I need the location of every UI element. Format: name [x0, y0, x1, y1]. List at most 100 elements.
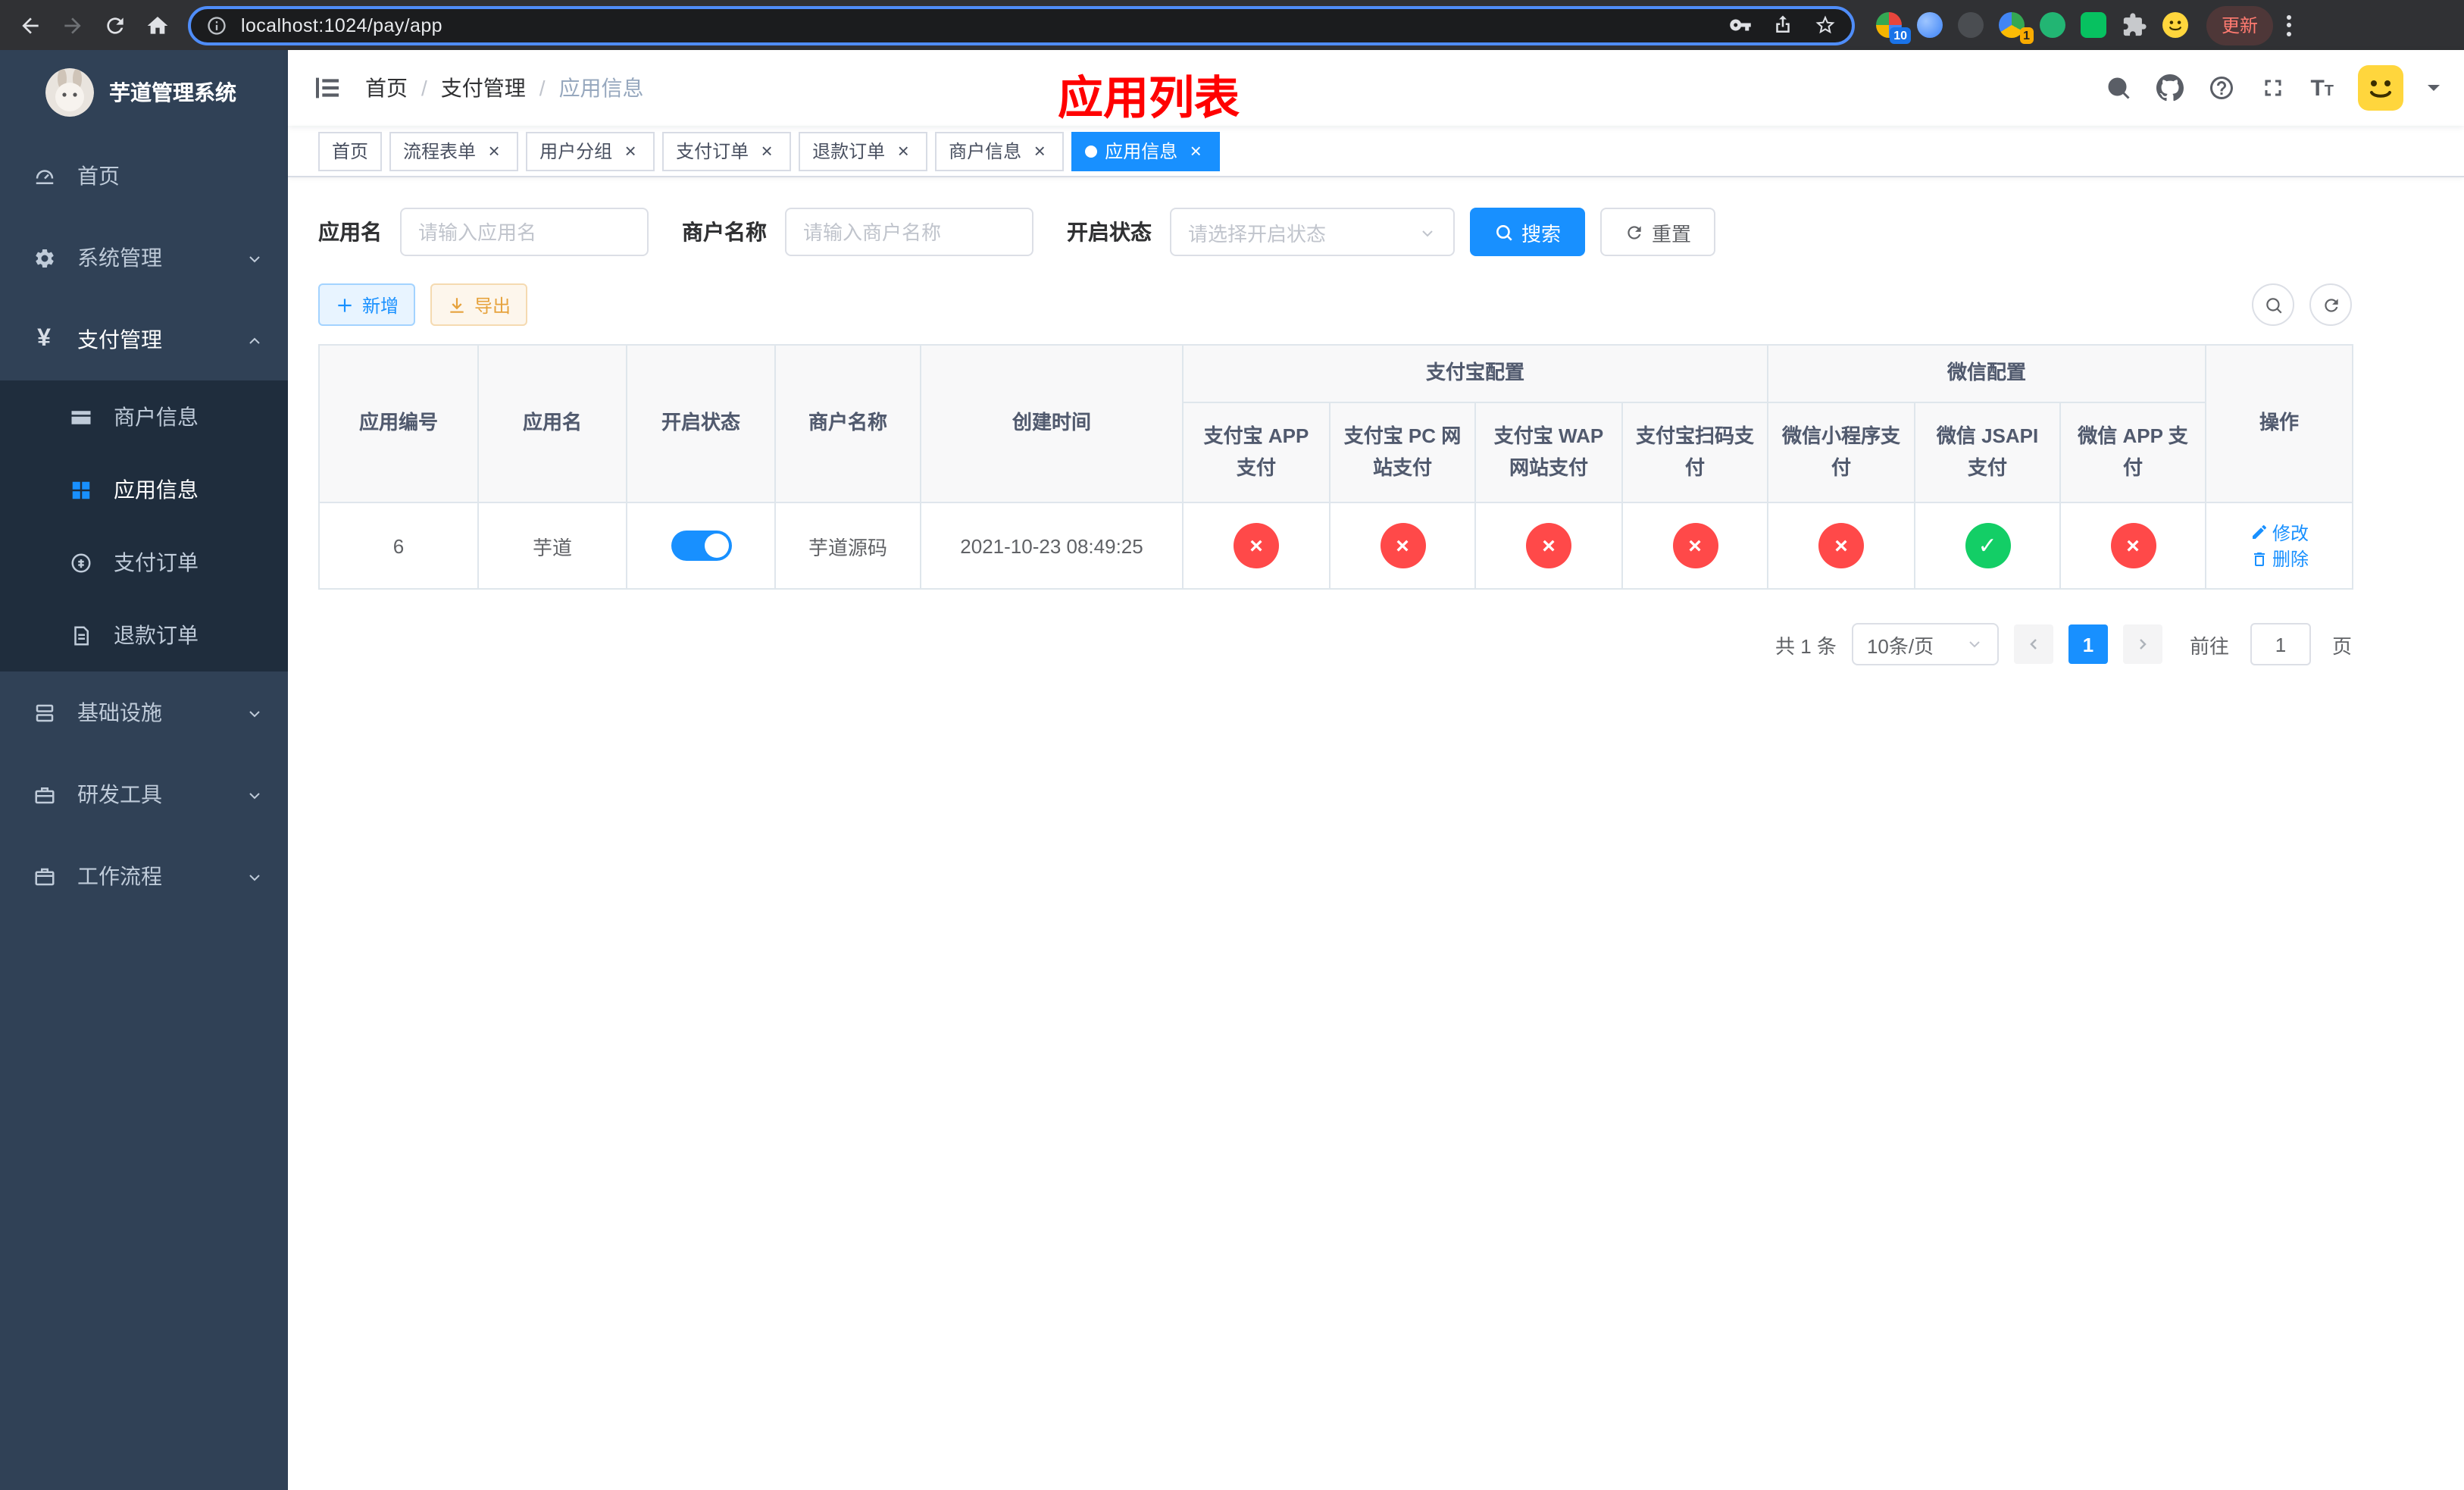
- close-icon[interactable]: ×: [483, 140, 505, 161]
- tab-refund-orders[interactable]: 退款订单 ×: [799, 131, 928, 171]
- sidebar-item-label: 支付管理: [77, 327, 162, 352]
- next-page-button[interactable]: [2122, 624, 2162, 664]
- sidebar-item-label: 基础设施: [77, 700, 162, 725]
- page-content: 应用名 商户名称 开启状态 请选择开启状态 搜索: [288, 177, 2464, 665]
- breadcrumb-separator: /: [539, 76, 546, 100]
- sidebar-item-workflow[interactable]: 工作流程: [0, 835, 288, 917]
- sidebar-item-merchant-info[interactable]: 商户信息: [0, 380, 288, 453]
- close-icon[interactable]: ×: [1029, 140, 1050, 161]
- tab-pay-orders[interactable]: 支付订单 ×: [662, 131, 792, 171]
- tab-home[interactable]: 首页: [318, 131, 383, 171]
- col-alipay-app: 支付宝 APP 支付: [1182, 402, 1330, 503]
- chevron-left-icon: [2030, 639, 2037, 650]
- sidebar-item-infrastructure[interactable]: 基础设施: [0, 671, 288, 753]
- extension-icon-3[interactable]: [1958, 12, 1984, 38]
- tab-label: 首页: [332, 141, 369, 162]
- col-status: 开启状态: [626, 344, 776, 503]
- browser-reload-icon[interactable]: [95, 5, 135, 45]
- close-icon[interactable]: ×: [756, 140, 777, 161]
- avatar-caret-icon[interactable]: [2428, 85, 2440, 97]
- edit-link[interactable]: 修改: [2250, 519, 2309, 545]
- sidebar-item-dev-tools[interactable]: 研发工具: [0, 753, 288, 835]
- profile-avatar-icon[interactable]: [2162, 12, 2188, 38]
- page-number-current[interactable]: 1: [2068, 624, 2108, 664]
- yen-icon: ¥: [37, 326, 51, 352]
- app-logo[interactable]: 芋道管理系统: [0, 50, 288, 135]
- extension-icon-2[interactable]: [1917, 12, 1943, 38]
- refresh-table-button[interactable]: [2309, 283, 2352, 326]
- app-name-input[interactable]: [418, 221, 630, 243]
- browser-forward-icon[interactable]: [53, 5, 92, 45]
- close-icon[interactable]: ×: [1185, 140, 1206, 161]
- delete-link[interactable]: 删除: [2250, 546, 2309, 571]
- col-alipay-qr: 支付宝扫码支付: [1621, 402, 1769, 503]
- sidebar-item-app-info[interactable]: 应用信息: [0, 453, 288, 526]
- search-icon[interactable]: [2104, 74, 2131, 102]
- breadcrumb-home[interactable]: 首页: [365, 73, 408, 103]
- alipay-app-status-icon: ×: [1234, 523, 1279, 568]
- sidebar-item-label: 首页: [77, 164, 120, 188]
- page-size-select[interactable]: 10条/页: [1851, 623, 1999, 665]
- tab-app-info[interactable]: 应用信息 ×: [1071, 131, 1221, 171]
- sidebar-item-payment[interactable]: ¥ 支付管理: [0, 299, 288, 380]
- add-button[interactable]: 新增: [318, 283, 416, 326]
- sidebar-item-refund-orders[interactable]: 退款订单: [0, 599, 288, 671]
- wx-mini-status-icon: ×: [1818, 523, 1865, 568]
- chevron-down-icon: [1965, 635, 1984, 653]
- filter-form: 应用名 商户名称 开启状态 请选择开启状态 搜索: [318, 208, 2352, 256]
- tab-process-form[interactable]: 流程表单 ×: [389, 131, 519, 171]
- close-icon[interactable]: ×: [893, 140, 914, 161]
- col-alipay-pc: 支付宝 PC 网站支付: [1329, 402, 1476, 503]
- site-info-icon[interactable]: [206, 14, 227, 36]
- goto-label: 前往: [2189, 634, 2229, 657]
- tab-user-group[interactable]: 用户分组 ×: [526, 131, 655, 171]
- close-icon[interactable]: ×: [620, 140, 641, 161]
- pagination: 共 1 条 10条/页 1 前往 页: [318, 623, 2352, 665]
- tab-label: 支付订单: [676, 141, 749, 162]
- extension-icon-5[interactable]: [2040, 12, 2065, 38]
- export-button[interactable]: 导出: [430, 283, 528, 326]
- bookmark-star-icon[interactable]: [1814, 14, 1837, 36]
- browser-home-icon[interactable]: [138, 5, 177, 45]
- breadcrumb-payment[interactable]: 支付管理: [441, 73, 526, 103]
- edit-label: 修改: [2272, 522, 2309, 543]
- sidebar-item-system[interactable]: 系统管理: [0, 217, 288, 299]
- extension-icon-6[interactable]: [2081, 12, 2106, 38]
- password-key-icon[interactable]: [1729, 14, 1752, 36]
- reset-button[interactable]: 重置: [1600, 208, 1716, 256]
- fullscreen-icon[interactable]: [2259, 74, 2286, 102]
- user-avatar[interactable]: [2358, 65, 2403, 111]
- browser-back-icon[interactable]: [11, 5, 50, 45]
- chevron-down-icon: [1418, 223, 1437, 241]
- col-wx-app: 微信 APP 支付: [2059, 402, 2207, 503]
- tab-merchant-info[interactable]: 商户信息 ×: [935, 131, 1065, 171]
- merchant-name-input[interactable]: [803, 221, 1015, 243]
- url-text[interactable]: localhost:1024/pay/app: [241, 14, 1729, 36]
- search-icon: [2265, 297, 2281, 313]
- github-icon[interactable]: [2156, 74, 2184, 102]
- share-icon[interactable]: [1771, 14, 1794, 36]
- tab-label: 退款订单: [812, 141, 886, 162]
- sidebar-item-pay-orders[interactable]: 支付订单: [0, 526, 288, 599]
- extension-icon-4[interactable]: 1: [1999, 12, 2034, 44]
- goto-page-input[interactable]: [2250, 623, 2311, 665]
- help-icon[interactable]: [2207, 74, 2234, 102]
- hamburger-icon[interactable]: [312, 73, 342, 103]
- prev-page-button[interactable]: [2013, 624, 2053, 664]
- extension-badge-2: 1: [2019, 27, 2034, 44]
- export-button-label: 导出: [474, 295, 511, 316]
- font-size-icon[interactable]: TT: [2310, 77, 2334, 99]
- address-bar[interactable]: localhost:1024/pay/app: [188, 5, 1855, 45]
- status-select-placeholder: 请选择开启状态: [1188, 222, 1327, 245]
- extensions-puzzle-icon[interactable]: [2122, 12, 2147, 38]
- status-select[interactable]: 请选择开启状态: [1170, 208, 1455, 256]
- browser-update-button[interactable]: 更新: [2206, 5, 2274, 45]
- download-icon: [450, 297, 464, 312]
- status-toggle[interactable]: [671, 531, 731, 561]
- extension-icon-1[interactable]: 10: [1876, 12, 1911, 44]
- screen: localhost:1024/pay/app 10 1 更新 芋道管理系统 首页…: [0, 0, 2464, 1490]
- search-button[interactable]: 搜索: [1470, 208, 1586, 256]
- toggle-search-button[interactable]: [2252, 283, 2294, 326]
- browser-menu-icon[interactable]: [2287, 14, 2292, 36]
- sidebar-item-home[interactable]: 首页: [0, 135, 288, 217]
